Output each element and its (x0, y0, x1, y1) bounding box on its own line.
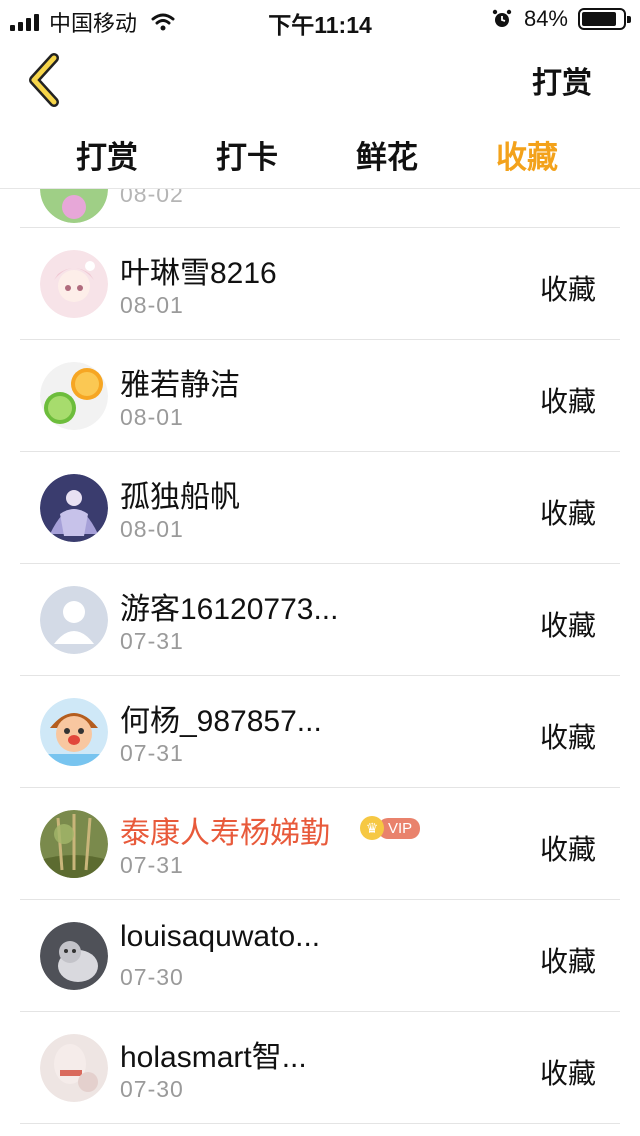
tab-checkin[interactable]: 打卡 (216, 132, 278, 177)
favorite-button[interactable]: 收藏 (540, 940, 596, 980)
list-item[interactable]: 叶琳雪8216 08-01 收藏 (20, 228, 620, 340)
list-item-date: 07-31 (120, 852, 184, 878)
list-item[interactable]: 08-02 (20, 189, 620, 228)
list-item-name: 何杨_987857... (120, 705, 322, 738)
back-button[interactable] (24, 52, 72, 108)
nav-bar: 打赏 (0, 40, 640, 120)
list-item-date: 07-31 (120, 740, 184, 766)
avatar (40, 362, 108, 430)
list-item-name: 游客16120773... (120, 593, 339, 626)
battery-percent: 84% (523, 6, 568, 31)
avatar (40, 810, 108, 878)
list-item[interactable]: louisaquwato... 07-30 收藏 (20, 900, 620, 1012)
tab-bar: 打赏 打卡 鲜花 收藏 (0, 122, 640, 189)
avatar (40, 474, 108, 542)
chevron-left-icon (29, 53, 59, 107)
list-item-name: holasmart智... (120, 1041, 307, 1074)
list-item-name: 雅若静洁 (120, 369, 240, 402)
list-item-name: 叶琳雪8216 (120, 257, 277, 290)
tab-flowers[interactable]: 鲜花 (356, 132, 418, 177)
list-item-name: 泰康人寿杨娣勤 (120, 817, 330, 850)
list-item[interactable]: 雅若静洁 08-01 收藏 (20, 340, 620, 452)
list-item-date: 08-02 (120, 189, 184, 207)
list-item-date: 07-30 (120, 1076, 184, 1102)
list-item-date: 07-30 (120, 964, 184, 990)
list-item[interactable]: 游客16120773... 07-31 收藏 (20, 564, 620, 676)
list-item-date: 08-01 (120, 292, 184, 318)
list-item-date: 08-01 (120, 516, 184, 542)
avatar (40, 586, 108, 654)
list-item-date: 08-01 (120, 404, 184, 430)
crown-icon: ♛ (360, 816, 384, 840)
favorite-button[interactable]: 收藏 (540, 380, 596, 420)
list-item[interactable]: 泰康人寿杨娣勤 ♛ VIP 07-31 收藏 (20, 788, 620, 900)
favorite-button[interactable]: 收藏 (540, 268, 596, 308)
favorite-button[interactable]: 收藏 (540, 492, 596, 532)
favorite-button[interactable]: 收藏 (540, 716, 596, 756)
battery-icon (578, 8, 631, 30)
avatar (40, 698, 108, 766)
list-item-date: 07-31 (120, 628, 184, 654)
avatar (40, 1034, 108, 1102)
list-item[interactable]: 孤独船帆 08-01 收藏 (20, 452, 620, 564)
tab-favorites[interactable]: 收藏 (496, 132, 558, 177)
favorite-button[interactable]: 收藏 (540, 604, 596, 644)
favorite-button[interactable]: 收藏 (540, 828, 596, 868)
tab-reward[interactable]: 打赏 (76, 132, 138, 177)
avatar (40, 189, 108, 223)
favorite-button[interactable]: 收藏 (540, 1052, 596, 1092)
reward-button[interactable]: 打赏 (532, 58, 592, 102)
avatar (40, 922, 108, 990)
vip-badge: ♛ VIP (360, 816, 421, 840)
alarm-icon (492, 9, 512, 27)
list-item[interactable]: holasmart智... 07-30 收藏 (20, 1012, 620, 1124)
list-item-name: louisaquwato... (120, 920, 321, 953)
list-item-name: 孤独船帆 (120, 481, 240, 514)
list-item[interactable]: 何杨_987857... 07-31 收藏 (20, 676, 620, 788)
status-bar: 中国移动 下午11:14 84% (0, 0, 640, 40)
vip-label: VIP (378, 817, 421, 839)
avatar (40, 250, 108, 318)
status-right: 84% (492, 6, 631, 32)
favorites-list: 08-02 叶琳雪8216 08-01 收藏 雅若静洁 08-01 收藏 孤独船… (20, 189, 620, 1136)
